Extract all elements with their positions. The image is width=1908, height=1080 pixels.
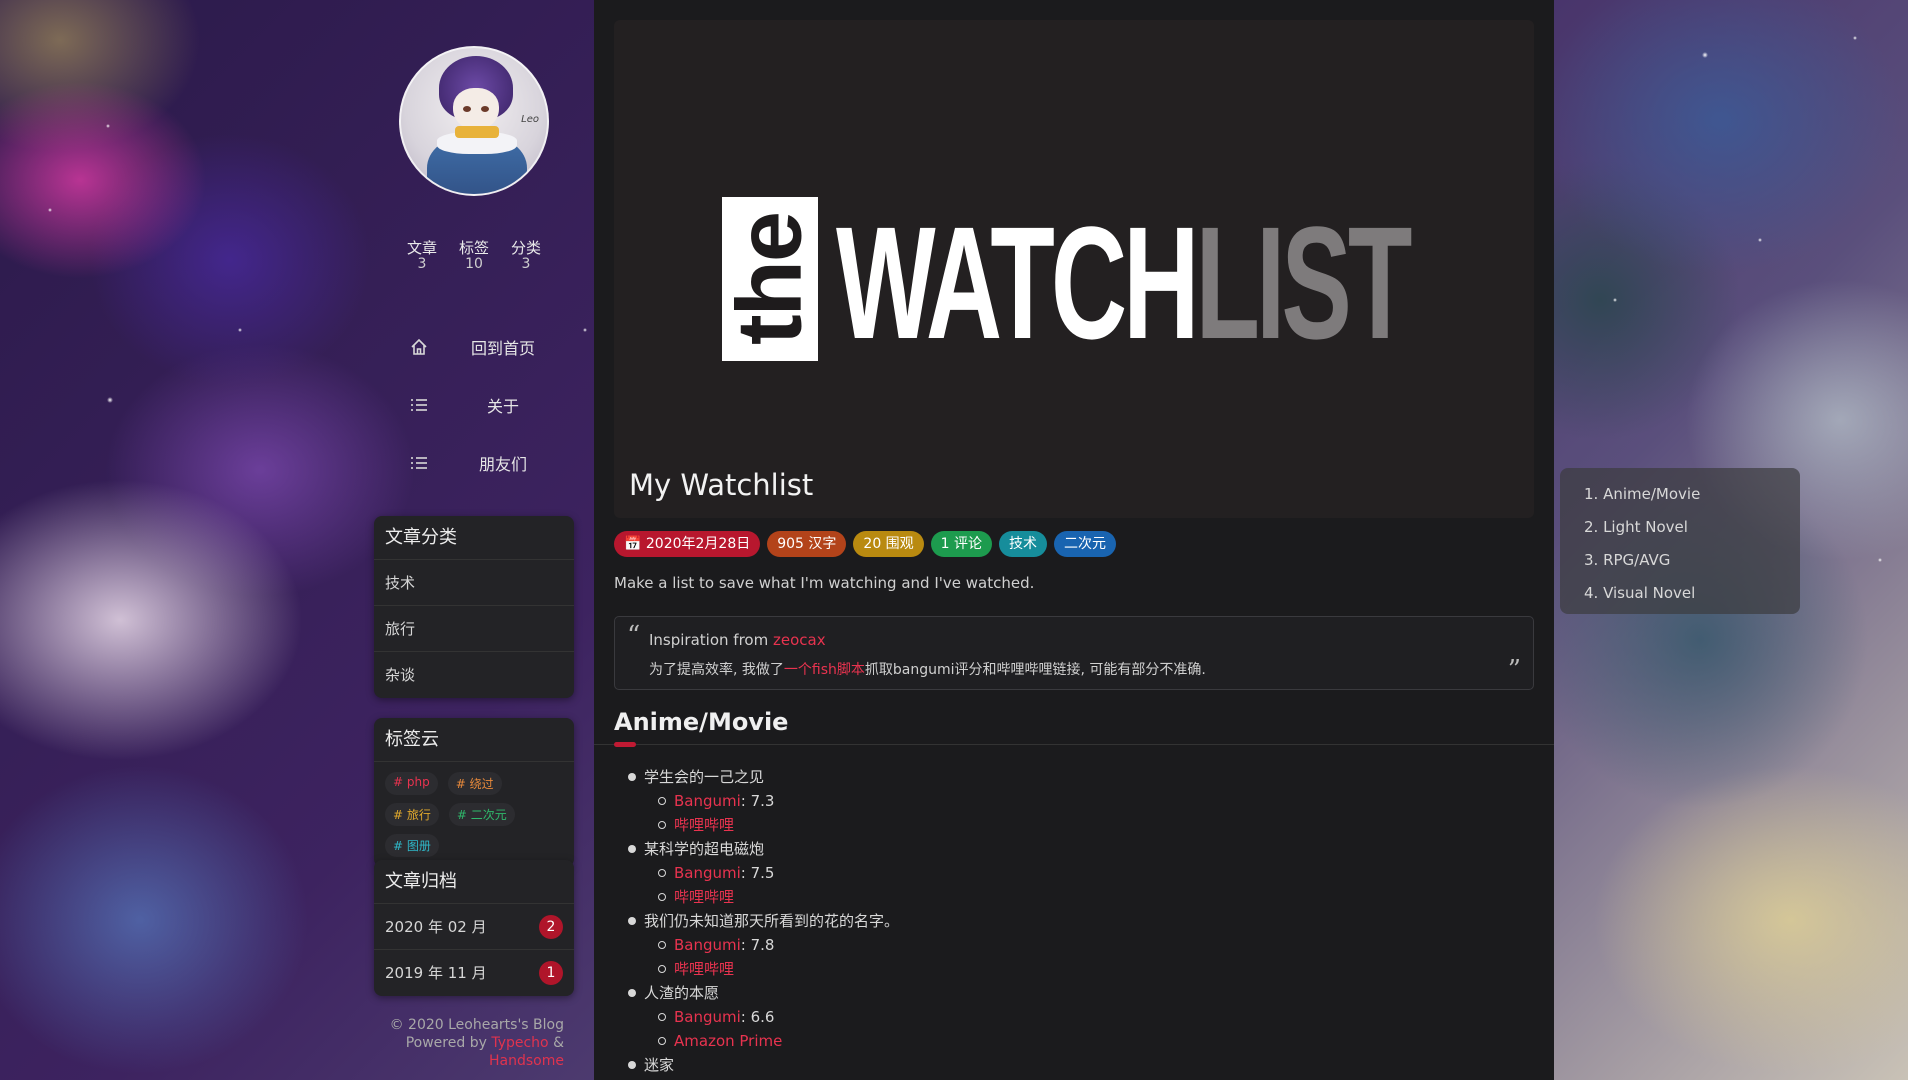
- views-badge: 20 围观: [853, 531, 924, 557]
- list-icon: [404, 395, 434, 415]
- post-description: Make a list to save what I'm watching an…: [614, 574, 1035, 592]
- toc-item[interactable]: 3. RPG/AVG: [1584, 544, 1776, 577]
- count-badge: 2: [539, 914, 563, 939]
- post-meta: 📅 2020年2月28日 905 汉字 20 围观 1 评论 技术 二次元: [614, 531, 1117, 557]
- comments-badge[interactable]: 1 评论: [930, 531, 993, 557]
- category-item[interactable]: 技术: [374, 560, 574, 606]
- fish-script-link[interactable]: 一个fish脚本: [784, 662, 865, 678]
- section-divider: [594, 744, 1554, 745]
- menu-about[interactable]: 关于: [404, 376, 554, 434]
- home-icon: [404, 337, 434, 357]
- blog-stats: 文章 3 标签 10 分类 3: [374, 240, 574, 272]
- menu-home[interactable]: 回到首页: [404, 318, 554, 376]
- list-item: 学生会的一己之见: [628, 765, 899, 789]
- list-item: 迷家: [628, 1053, 899, 1077]
- stat-posts[interactable]: 文章 3: [407, 240, 437, 272]
- tag-php[interactable]: # php: [385, 772, 438, 795]
- list-subitem: 哔哩哔哩: [628, 957, 899, 981]
- open-quote-icon: “: [627, 621, 641, 651]
- bangumi-link[interactable]: Bangumi: [674, 861, 741, 885]
- tag-bypass[interactable]: # 绕过: [447, 772, 502, 795]
- post-title: My Watchlist: [629, 468, 814, 502]
- list-subitem: 哔哩哔哩: [628, 885, 899, 909]
- bilibili-link[interactable]: 哔哩哔哩: [674, 885, 734, 909]
- wordcount-badge: 905 汉字: [767, 531, 847, 557]
- anime-list: 学生会的一己之见 Bangumi: 7.3 哔哩哔哩 某科学的超电磁炮 Bang…: [628, 765, 899, 1077]
- list-subitem: Bangumi: 6.6: [628, 1005, 899, 1029]
- list-subitem: Bangumi: 7.8: [628, 933, 899, 957]
- archive-widget: 文章归档 2020 年 02 月 2 2019 年 11 月 1: [374, 860, 574, 996]
- stat-categories[interactable]: 分类 3: [511, 240, 541, 272]
- count-badge: 1: [539, 961, 563, 985]
- close-quote-icon: ”: [1507, 655, 1521, 685]
- list-item: 某科学的超电磁炮: [628, 837, 899, 861]
- tag-cloud-widget: 标签云 # php # 绕过 # 旅行 # 二次元 # 图册: [374, 718, 574, 867]
- section-accent: [614, 742, 636, 747]
- list-subitem: Bangumi: 7.3: [628, 789, 899, 813]
- typecho-link[interactable]: Typecho: [491, 1035, 548, 1051]
- table-of-contents: 1. Anime/Movie 2. Light Novel 3. RPG/AVG…: [1560, 468, 1800, 614]
- stat-tags[interactable]: 标签 10: [459, 240, 489, 272]
- bilibili-link[interactable]: 哔哩哔哩: [674, 957, 734, 981]
- banner-the-block: the: [719, 197, 821, 361]
- toc-item[interactable]: 1. Anime/Movie: [1584, 478, 1776, 511]
- sidebar-footer: © 2020 Leohearts's Blog Powered by Typec…: [389, 1017, 564, 1069]
- category-badge[interactable]: 技术: [999, 531, 1048, 557]
- category-item[interactable]: 旅行: [374, 606, 574, 652]
- main-content: the WATCHLIST My Watchlist 📅 2020年2月28日 …: [594, 0, 1554, 1080]
- bangumi-link[interactable]: Bangumi: [674, 789, 741, 813]
- sidebar-menu: 回到首页 关于 朋友们: [404, 318, 554, 492]
- archive-item[interactable]: 2020 年 02 月 2: [374, 904, 574, 950]
- list-subitem: 哔哩哔哩: [628, 813, 899, 837]
- list-subitem: Amazon Prime: [628, 1029, 899, 1053]
- list-icon: [404, 453, 434, 473]
- post-header-card: the WATCHLIST My Watchlist: [614, 20, 1534, 518]
- watchlist-banner: the WATCHLIST: [614, 20, 1534, 460]
- categories-widget: 文章分类 技术 旅行 杂谈: [374, 516, 574, 698]
- archive-title: 文章归档: [374, 860, 574, 904]
- list-item: 我们仍未知道那天所看到的花的名字。: [628, 909, 899, 933]
- tag-travel[interactable]: # 旅行: [385, 803, 439, 826]
- list-subitem: Bangumi: 7.5: [628, 861, 899, 885]
- toc-item[interactable]: 4. Visual Novel: [1584, 577, 1776, 610]
- section-heading: Anime/Movie: [614, 708, 789, 736]
- category-item[interactable]: 杂谈: [374, 652, 574, 698]
- handsome-link[interactable]: Handsome: [489, 1053, 564, 1069]
- toc-item[interactable]: 2. Light Novel: [1584, 511, 1776, 544]
- banner-title: WATCHLIST: [836, 193, 1412, 372]
- categories-title: 文章分类: [374, 516, 574, 560]
- avatar[interactable]: Leo: [399, 46, 549, 196]
- bangumi-link[interactable]: Bangumi: [674, 1005, 741, 1029]
- amazon-prime-link[interactable]: Amazon Prime: [674, 1029, 782, 1053]
- list-item: 人渣的本愿: [628, 981, 899, 1005]
- zeocax-link[interactable]: zeocax: [773, 631, 826, 649]
- category-badge[interactable]: 二次元: [1054, 531, 1117, 557]
- tag-cloud-title: 标签云: [374, 718, 574, 762]
- inspiration-quote: “ Inspiration from zeocax 为了提高效率, 我做了一个f…: [614, 616, 1534, 690]
- tag-acg[interactable]: # 二次元: [448, 803, 515, 826]
- archive-item[interactable]: 2019 年 11 月 1: [374, 950, 574, 996]
- menu-friends[interactable]: 朋友们: [404, 434, 554, 492]
- bilibili-link[interactable]: 哔哩哔哩: [674, 813, 734, 837]
- bangumi-link[interactable]: Bangumi: [674, 933, 741, 957]
- tag-gallery[interactable]: # 图册: [385, 834, 439, 857]
- date-badge: 📅 2020年2月28日: [614, 531, 761, 557]
